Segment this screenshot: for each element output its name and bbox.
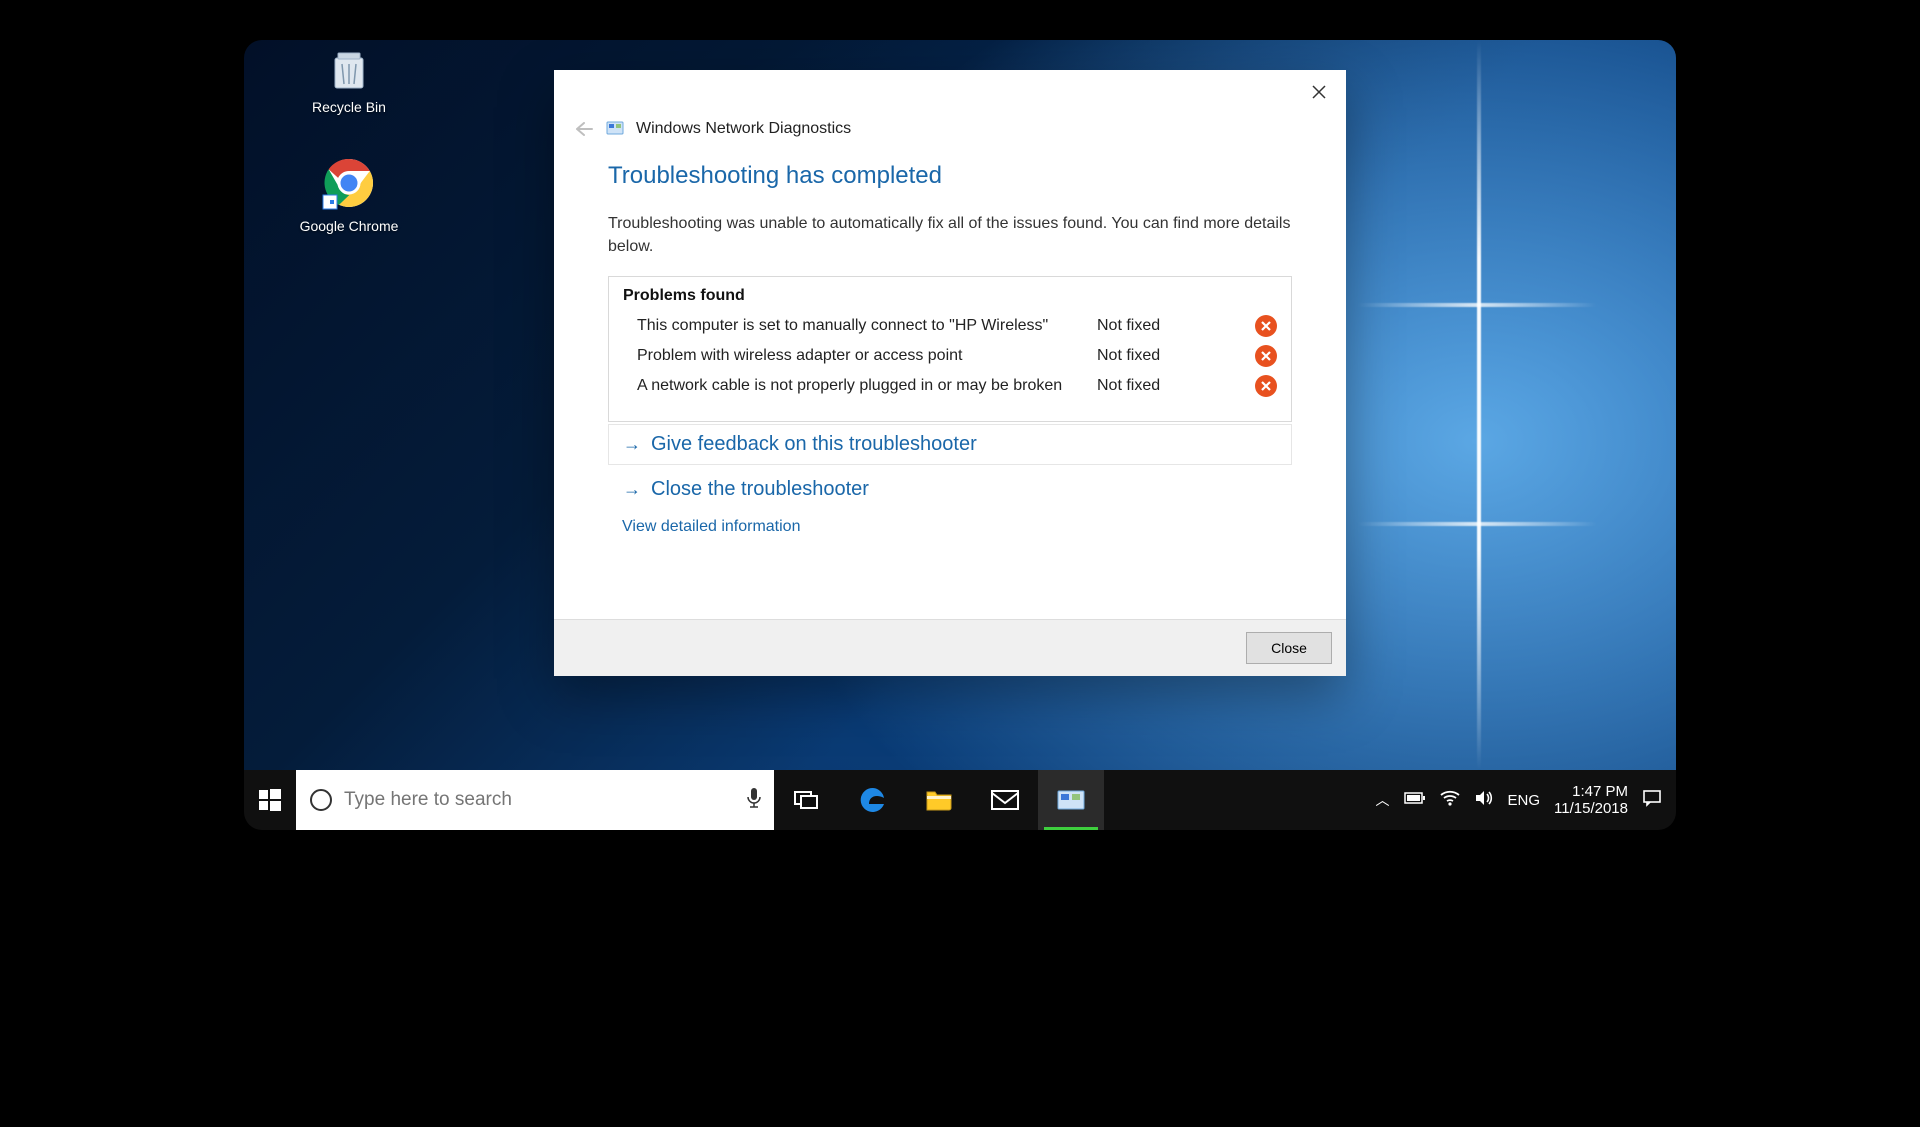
- taskbar-search[interactable]: [296, 770, 774, 830]
- arrow-right-icon: →: [623, 479, 641, 500]
- tray-overflow-icon[interactable]: ︿: [1376, 790, 1390, 810]
- view-detailed-info-link[interactable]: View detailed information: [622, 518, 800, 535]
- file-explorer-icon: [925, 788, 953, 812]
- error-icon: [1255, 315, 1277, 337]
- mail-icon: [990, 789, 1020, 811]
- clock[interactable]: 1:47 PM 11/15/2018: [1554, 783, 1628, 818]
- feedback-link-row[interactable]: → Give feedback on this troubleshooter: [608, 424, 1292, 465]
- taskbar-pinned: [774, 770, 1104, 830]
- taskbar-edge[interactable]: [840, 770, 906, 830]
- edge-icon: [858, 785, 888, 815]
- dialog-footer: Close: [554, 619, 1346, 676]
- problem-row[interactable]: Problem with wireless adapter or access …: [623, 341, 1277, 371]
- dialog-lead: Troubleshooting was unable to automatica…: [608, 212, 1292, 258]
- problem-desc: This computer is set to manually connect…: [623, 317, 1079, 335]
- dialog-close-button[interactable]: [1302, 78, 1336, 106]
- problem-desc: A network cable is not properly plugged …: [623, 377, 1079, 395]
- recycle-bin-icon: [279, 46, 419, 95]
- close-button[interactable]: Close: [1246, 632, 1332, 664]
- problem-status: Not fixed: [1097, 377, 1237, 395]
- task-view-icon: [794, 789, 820, 811]
- taskbar-mail[interactable]: [972, 770, 1038, 830]
- dialog-header: Windows Network Diagnostics: [554, 70, 1346, 138]
- dialog-body: Troubleshooting has completed Troublesho…: [554, 138, 1346, 619]
- clock-date: 11/15/2018: [1554, 800, 1628, 817]
- microphone-icon[interactable]: [746, 787, 762, 814]
- problem-status: Not fixed: [1097, 317, 1237, 335]
- taskbar-troubleshooter[interactable]: [1038, 770, 1104, 830]
- action-center-icon[interactable]: [1642, 789, 1662, 812]
- screenshot-stage: Recycle Bin Google Chrome: [244, 40, 1676, 830]
- problem-row[interactable]: This computer is set to manually connect…: [623, 311, 1277, 341]
- problems-header: Problems found: [623, 287, 1277, 305]
- clock-time: 1:47 PM: [1572, 783, 1628, 800]
- problem-desc: Problem with wireless adapter or access …: [623, 347, 1079, 365]
- taskbar: ︿ ENG 1:47 PM 11/15/2018: [244, 770, 1676, 830]
- link-label: Give feedback on this troubleshooter: [651, 433, 977, 456]
- close-ts-link-row[interactable]: → Close the troubleshooter: [608, 469, 1292, 510]
- cortana-circle-icon: [310, 789, 332, 811]
- system-tray: ︿ ENG 1:47 PM 11/15/2018: [1362, 770, 1676, 830]
- task-view-button[interactable]: [774, 770, 840, 830]
- network-diagnostics-dialog: Windows Network Diagnostics Troubleshoot…: [554, 70, 1346, 676]
- start-button[interactable]: [244, 770, 296, 830]
- battery-icon[interactable]: [1404, 791, 1426, 810]
- desktop-icon-label: Google Chrome: [300, 218, 399, 234]
- problems-panel: Problems found This computer is set to m…: [608, 276, 1292, 422]
- detailed-info-row: View detailed information: [608, 510, 1292, 544]
- problem-status: Not fixed: [1097, 347, 1237, 365]
- desktop-icons: Recycle Bin Google Chrome: [279, 40, 419, 238]
- search-input[interactable]: [344, 770, 734, 830]
- wallpaper-light-beam: [1477, 40, 1481, 770]
- desktop[interactable]: Recycle Bin Google Chrome: [244, 40, 1676, 770]
- arrow-right-icon: →: [623, 434, 641, 455]
- error-icon: [1255, 345, 1277, 367]
- link-label: Close the troubleshooter: [651, 478, 869, 501]
- back-arrow-icon[interactable]: [574, 122, 594, 136]
- language-indicator[interactable]: ENG: [1508, 792, 1541, 809]
- troubleshooter-icon: [606, 120, 624, 138]
- dialog-title: Windows Network Diagnostics: [636, 120, 851, 138]
- close-troubleshooter-link[interactable]: → Close the troubleshooter: [623, 478, 1277, 501]
- desktop-icon-label: Recycle Bin: [312, 99, 386, 115]
- chrome-icon: [279, 155, 419, 214]
- wifi-icon[interactable]: [1440, 790, 1460, 811]
- taskbar-file-explorer[interactable]: [906, 770, 972, 830]
- windows-logo-icon: [259, 789, 281, 811]
- desktop-icon-google-chrome[interactable]: Google Chrome: [279, 149, 419, 238]
- dialog-actions: → Give feedback on this troubleshooter →…: [608, 424, 1292, 544]
- dialog-heading: Troubleshooting has completed: [608, 162, 1292, 190]
- give-feedback-link[interactable]: → Give feedback on this troubleshooter: [623, 433, 1277, 456]
- volume-icon[interactable]: [1474, 790, 1494, 811]
- error-icon: [1255, 375, 1277, 397]
- desktop-icon-recycle-bin[interactable]: Recycle Bin: [279, 40, 419, 119]
- troubleshooter-taskbar-icon: [1056, 788, 1086, 812]
- problem-row[interactable]: A network cable is not properly plugged …: [623, 371, 1277, 401]
